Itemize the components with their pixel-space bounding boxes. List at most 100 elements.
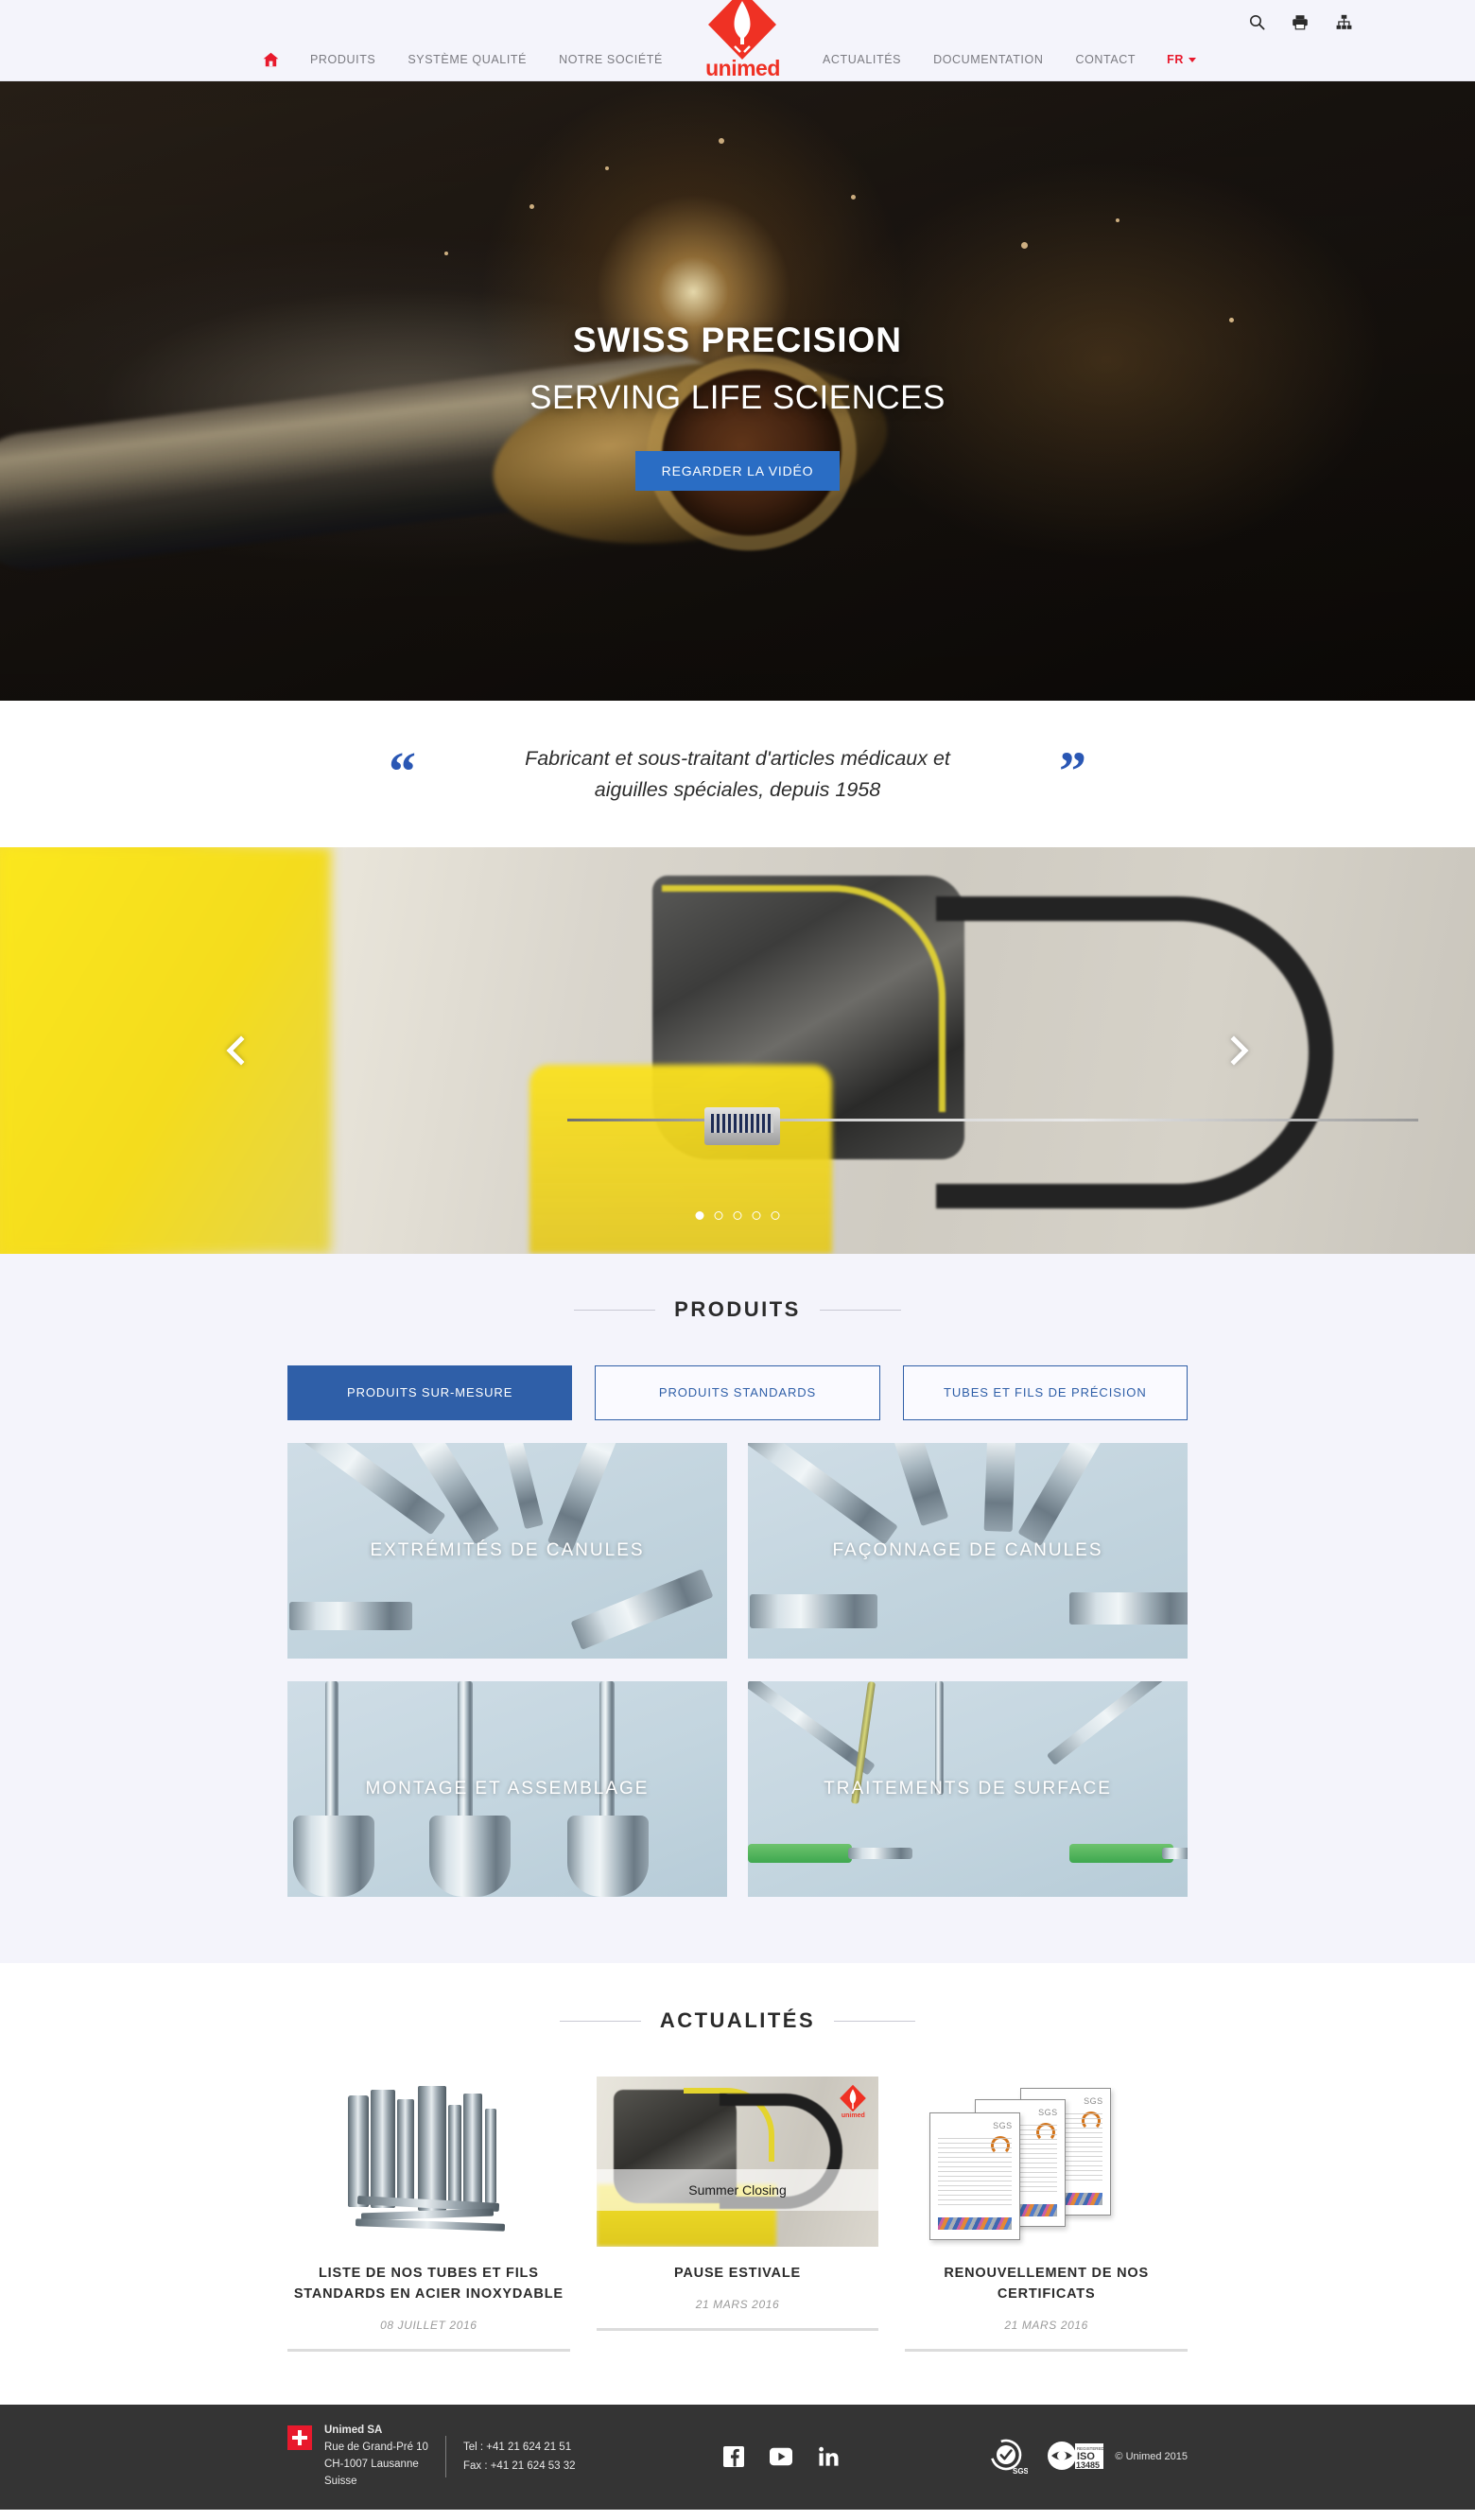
news-date: 08 JUILLET 2016 xyxy=(380,2318,477,2332)
nav-item-systeme-qualite[interactable]: SYSTÈME QUALITÉ xyxy=(391,53,543,66)
news-title: PAUSE ESTIVALE xyxy=(674,2266,801,2281)
product-tile-traitements-de-surface[interactable]: TRAITEMENTS DE SURFACE xyxy=(748,1681,1188,1897)
tile-label: MONTAGE ET ASSEMBLAGE xyxy=(365,1779,650,1799)
hero-content: SWISS PRECISION SERVING LIFE SCIENCES RE… xyxy=(0,81,1475,701)
news-card[interactable]: SGS SGS SGS RENOUVELLEMENT DE NOS CERTIF… xyxy=(905,2077,1188,2352)
footer-divider xyxy=(444,2436,446,2477)
svg-text:13485: 13485 xyxy=(1076,2460,1100,2470)
carousel-yellow-foreground xyxy=(0,847,331,1254)
carousel-pagination xyxy=(695,1211,780,1220)
product-tile-extremites-de-canules[interactable]: EXTRÉMITÉS DE CANULES xyxy=(287,1443,727,1659)
products-section-title: PRODUITS xyxy=(674,1297,801,1321)
tile-label: FAÇONNAGE DE CANULES xyxy=(832,1540,1103,1560)
carousel-dot-1[interactable] xyxy=(695,1211,704,1220)
watch-video-button[interactable]: REGARDER LA VIDÉO xyxy=(634,450,841,491)
language-label: FR xyxy=(1167,53,1185,66)
products-section: PRODUITS PRODUITS SUR-MESURE PRODUITS ST… xyxy=(0,1254,1475,1963)
rule-right xyxy=(819,1309,901,1311)
footer-street: Rue de Grand-Pré 10 xyxy=(324,2442,428,2454)
carousel-dot-5[interactable] xyxy=(771,1211,780,1220)
tab-tubes-et-fils-de-precision[interactable]: TUBES ET FILS DE PRÉCISION xyxy=(902,1365,1188,1420)
logo-slot: unimed xyxy=(679,0,807,80)
rule-left xyxy=(574,1309,656,1311)
unimed-diamond-icon xyxy=(706,0,778,61)
nav-item-contact[interactable]: CONTACT xyxy=(1059,53,1152,66)
footer-contact-block: Unimed SA Rue de Grand-Pré 10 CH-1007 La… xyxy=(287,2423,576,2490)
news-card[interactable]: LISTE DE NOS TUBES ET FILS STANDARDS EN … xyxy=(287,2077,570,2352)
image-carousel xyxy=(0,847,1475,1254)
footer-inner: Unimed SA Rue de Grand-Pré 10 CH-1007 La… xyxy=(287,2423,1188,2490)
quote-text: Fabricant et sous-traitant d'articles mé… xyxy=(473,743,1002,805)
footer-company-name: Unimed SA xyxy=(324,2424,383,2437)
news-grid: LISTE DE NOS TUBES ET FILS STANDARDS EN … xyxy=(287,2077,1188,2352)
carousel-machine-base-art xyxy=(529,1065,832,1254)
tab-produits-standards[interactable]: PRODUITS STANDARDS xyxy=(595,1365,880,1420)
language-selector[interactable]: FR xyxy=(1152,53,1212,66)
site-footer: Unimed SA Rue de Grand-Pré 10 CH-1007 La… xyxy=(0,2404,1475,2510)
quote-line-1: Fabricant et sous-traitant d'articles mé… xyxy=(525,747,950,771)
iso-13485-badge-icon: REGISTERED ISO 13485 xyxy=(1045,2436,1104,2477)
utility-bar xyxy=(1248,13,1352,30)
quote-band: “ Fabricant et sous-traitant d'articles … xyxy=(0,701,1475,847)
footer-country: Suisse xyxy=(324,2475,357,2487)
carousel-prev-button[interactable] xyxy=(219,1029,263,1072)
news-thumbnail-tubes xyxy=(287,2077,570,2247)
news-thumbnail-certificates: SGS SGS SGS xyxy=(905,2077,1188,2247)
footer-phone-block: Tel : +41 21 624 21 51 Fax : +41 21 624 … xyxy=(463,2438,576,2476)
product-tile-faconnage-de-canules[interactable]: FAÇONNAGE DE CANULES xyxy=(748,1443,1188,1659)
news-section-title: ACTUALITÉS xyxy=(659,2008,816,2032)
linkedin-icon[interactable] xyxy=(817,2445,840,2468)
footer-certifications: SGS REGISTERED ISO 13485 © Unimed 2015 xyxy=(986,2436,1188,2477)
sitemap-icon[interactable] xyxy=(1335,13,1352,30)
home-icon[interactable] xyxy=(263,52,294,67)
footer-copyright: © Unimed 2015 xyxy=(1115,2451,1188,2462)
sgs-badge-icon: SGS xyxy=(986,2436,1030,2477)
footer-city: CH-1007 Lausanne xyxy=(324,2459,419,2470)
nav-left-group: PRODUITS SYSTÈME QUALITÉ NOTRE SOCIÉTÉ xyxy=(263,52,679,67)
youtube-icon[interactable] xyxy=(769,2445,792,2468)
chevron-right-icon xyxy=(1219,1035,1249,1066)
tile-label: EXTRÉMITÉS DE CANULES xyxy=(370,1540,645,1560)
chevron-left-icon xyxy=(226,1035,256,1066)
carousel-dot-3[interactable] xyxy=(733,1211,742,1220)
news-underline xyxy=(905,2348,1188,2352)
tile-label: TRAITEMENTS DE SURFACE xyxy=(824,1779,1112,1799)
site-logo[interactable]: unimed xyxy=(689,0,795,79)
facebook-icon[interactable] xyxy=(722,2445,745,2468)
news-section-header: ACTUALITÉS xyxy=(0,2008,1475,2033)
products-section-header: PRODUITS xyxy=(0,1297,1475,1322)
nav-right-group: ACTUALITÉS DOCUMENTATION CONTACT FR xyxy=(807,53,1212,66)
carousel-next-button[interactable] xyxy=(1212,1029,1256,1072)
site-header: PRODUITS SYSTÈME QUALITÉ NOTRE SOCIÉTÉ u… xyxy=(0,0,1475,81)
news-title: LISTE DE NOS TUBES ET FILS STANDARDS EN … xyxy=(293,2266,564,2302)
footer-social-links xyxy=(722,2445,840,2468)
footer-address-block: Unimed SA Rue de Grand-Pré 10 CH-1007 La… xyxy=(287,2423,428,2490)
carousel-dot-2[interactable] xyxy=(714,1211,723,1220)
products-tabs: PRODUITS SUR-MESURE PRODUITS STANDARDS T… xyxy=(287,1365,1188,1420)
nav-item-documentation[interactable]: DOCUMENTATION xyxy=(917,53,1059,66)
news-thumbnail-caption: Summer Closing xyxy=(596,2169,879,2211)
hero-title: SWISS PRECISION xyxy=(572,320,903,359)
quote-open-icon: “ xyxy=(389,739,416,802)
nav-item-produits[interactable]: PRODUITS xyxy=(294,53,391,66)
news-underline xyxy=(287,2348,570,2352)
search-icon[interactable] xyxy=(1248,13,1265,30)
nav-item-actualites[interactable]: ACTUALITÉS xyxy=(807,53,917,66)
swiss-flag-icon xyxy=(287,2425,312,2451)
news-date: 21 MARS 2016 xyxy=(695,2297,780,2311)
footer-fax: Fax : +41 21 624 53 32 xyxy=(462,2460,576,2472)
quote-line-2: aiguilles spéciales, depuis 1958 xyxy=(594,777,881,801)
news-card[interactable]: unimed Summer Closing PAUSE ESTIVALE 21 … xyxy=(596,2077,879,2352)
carousel-dot-4[interactable] xyxy=(752,1211,761,1220)
news-date: 21 MARS 2016 xyxy=(1004,2318,1088,2332)
quote-close-icon: ” xyxy=(1059,739,1086,802)
product-tile-montage-et-assemblage[interactable]: MONTAGE ET ASSEMBLAGE xyxy=(287,1681,727,1897)
news-thumbnail-summer-closing: unimed Summer Closing xyxy=(596,2077,879,2247)
tab-produits-sur-mesure[interactable]: PRODUITS SUR-MESURE xyxy=(287,1365,573,1420)
nav-item-notre-societe[interactable]: NOTRE SOCIÉTÉ xyxy=(543,53,679,66)
print-icon[interactable] xyxy=(1292,13,1309,30)
footer-tel: Tel : +41 21 624 21 51 xyxy=(462,2441,572,2453)
rule-left xyxy=(559,2020,641,2022)
chevron-down-icon xyxy=(1189,57,1197,62)
hero-banner: SWISS PRECISION SERVING LIFE SCIENCES RE… xyxy=(0,81,1475,701)
